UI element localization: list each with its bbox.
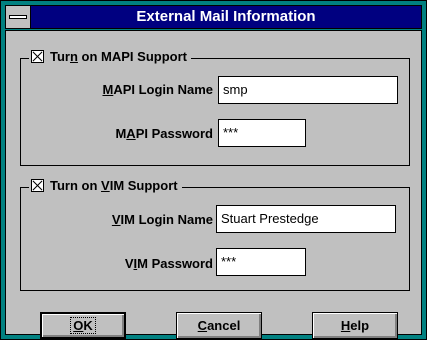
vim-password-field[interactable]: *** — [216, 248, 306, 276]
cancel-button-label: Cancel — [197, 318, 241, 333]
vim-support-checkbox[interactable]: Turn on VIM Support — [29, 178, 182, 193]
mapi-support-checkbox[interactable]: Turn on MAPI Support — [29, 49, 191, 64]
mapi-checkbox-label: Turn on MAPI Support — [50, 49, 187, 64]
system-menu-button[interactable] — [6, 6, 31, 28]
vim-group: Turn on VIM Support VIM Login Name Stuar… — [20, 178, 410, 291]
cancel-button[interactable]: Cancel — [176, 312, 262, 339]
mapi-group: Turn on MAPI Support MAPI Login Name smp… — [20, 49, 410, 166]
mapi-checkbox-box[interactable] — [31, 50, 44, 63]
vim-checkbox-label: Turn on VIM Support — [50, 178, 178, 193]
dialog-body: Turn on MAPI Support MAPI Login Name smp… — [5, 30, 422, 339]
external-mail-dialog: External Mail Information Turn on MAPI S… — [0, 0, 427, 340]
vim-checkbox-box[interactable] — [31, 179, 44, 192]
title-bar[interactable]: External Mail Information — [5, 5, 422, 29]
system-menu-icon — [9, 15, 27, 19]
mapi-password-label: MAPI Password — [115, 126, 213, 141]
ok-button-label: OK — [70, 317, 96, 334]
vim-password-label: VIM Password — [124, 256, 213, 271]
dialog-title: External Mail Information — [136, 8, 316, 25]
vim-login-field[interactable]: Stuart Prestedge — [216, 205, 396, 233]
vim-login-label: VIM Login Name — [111, 212, 213, 227]
mapi-password-field[interactable]: *** — [218, 119, 306, 147]
help-button[interactable]: Help — [312, 312, 398, 339]
mapi-login-label: MAPI Login Name — [102, 82, 213, 97]
ok-button[interactable]: OK — [40, 312, 126, 339]
mapi-login-field[interactable]: smp — [218, 76, 398, 104]
help-button-label: Help — [340, 318, 370, 333]
